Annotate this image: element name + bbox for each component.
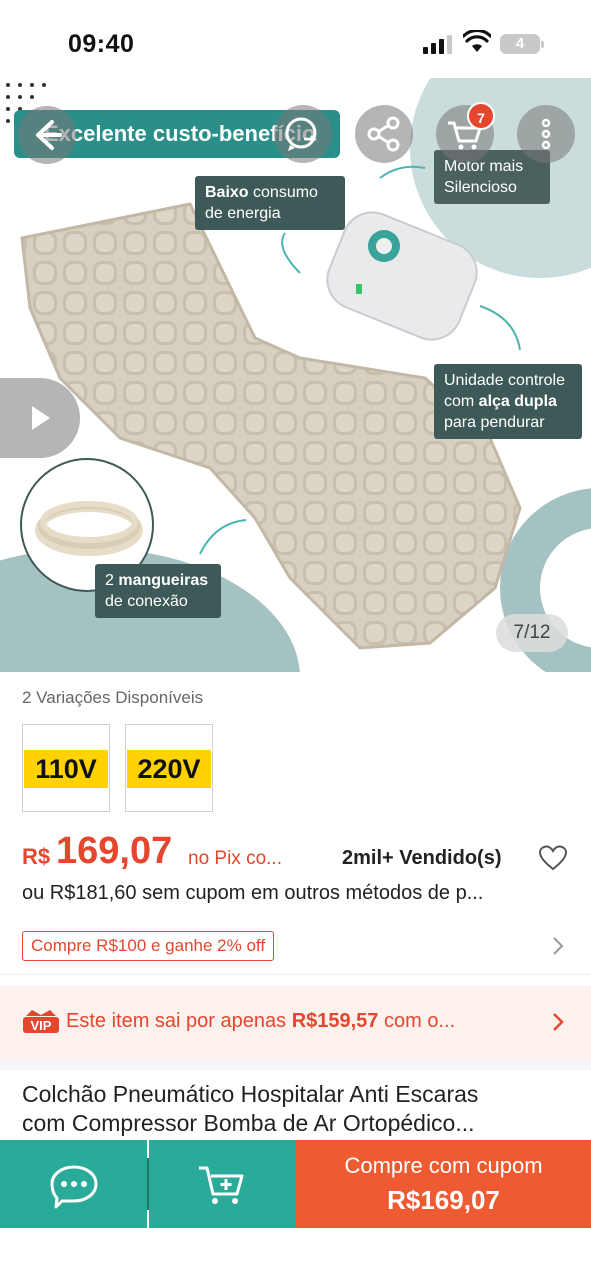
chat-icon (50, 1165, 98, 1209)
share-button[interactable] (355, 105, 413, 163)
whatsapp-share-button[interactable] (274, 105, 332, 163)
share-icon (367, 116, 400, 152)
price-value: 169,07 (56, 830, 173, 872)
coupon-tag[interactable]: Compre R$100 e ganhe 2% off (22, 931, 275, 961)
whatsapp-share-icon (285, 117, 318, 151)
more-vertical-icon (541, 118, 551, 150)
add-to-cart-icon (199, 1166, 244, 1204)
buy-button-price: R$169,07 (387, 1185, 500, 1215)
more-options-button[interactable] (517, 105, 575, 163)
status-bar: 09:40 4 (0, 0, 591, 86)
heart-icon[interactable] (538, 844, 568, 872)
buy-button-label: Compre com cupom (344, 1153, 543, 1178)
callout-energy: Baixo consumo de energia (195, 176, 345, 230)
variant-label: 220V (127, 750, 211, 788)
chat-button[interactable] (0, 1140, 147, 1228)
svg-text:VIP: VIP (31, 1018, 52, 1033)
variant-label: 110V (24, 750, 108, 788)
back-button[interactable] (18, 106, 76, 164)
signal-icon (423, 34, 453, 54)
callout-hoses: 2 mangueiras de conexão (95, 564, 221, 618)
vip-crown-icon: VIP (23, 1010, 59, 1033)
status-time: 09:40 (68, 30, 135, 58)
callout-control-unit: Unidade controle com alça dupla para pen… (434, 364, 582, 439)
variations-label: 2 Variações Disponíveis (22, 688, 204, 707)
play-video-button[interactable] (0, 378, 80, 458)
wifi-icon (463, 30, 491, 52)
product-image-carousel[interactable]: Excelente custo-benefício Baixo consumo … (0, 78, 591, 672)
play-icon (32, 406, 50, 430)
variant-option-220v[interactable]: 220V (125, 724, 213, 812)
vip-text: Este item sai por apenas R$159,57 com o.… (66, 1010, 456, 1032)
divider (0, 974, 591, 975)
alt-price: ou R$181,60 sem cupom em outros métodos … (22, 882, 484, 904)
pix-label: no Pix co... (188, 848, 282, 869)
buy-with-coupon-button[interactable]: Compre com cupom R$169,07 (296, 1140, 591, 1228)
home-indicator-area (0, 1228, 591, 1280)
battery-icon: 4 (500, 34, 544, 54)
product-title: Colchão Pneumático Hospitalar Anti Escar… (22, 1081, 479, 1136)
chevron-right-icon (553, 1013, 564, 1031)
cart-count-badge: 7 (467, 102, 495, 130)
back-arrow-icon (36, 120, 62, 150)
bottom-action-bar: Compre com cupom R$169,07 (0, 1140, 591, 1228)
chevron-right-icon[interactable] (550, 934, 566, 958)
image-page-indicator: 7/12 (496, 614, 568, 652)
vip-promo-bar[interactable]: VIP Este item sai por apenas R$159,57 co… (0, 986, 591, 1058)
add-to-cart-button[interactable] (149, 1140, 296, 1228)
price-currency: R$ (22, 844, 51, 869)
sold-count: 2mil+ Vendido(s) (342, 847, 502, 869)
variant-option-110v[interactable]: 110V (22, 724, 110, 812)
price-row: R$ 169,07 no Pix co... 2mil+ Vendido(s) (22, 830, 572, 880)
section-gap (0, 1058, 591, 1070)
